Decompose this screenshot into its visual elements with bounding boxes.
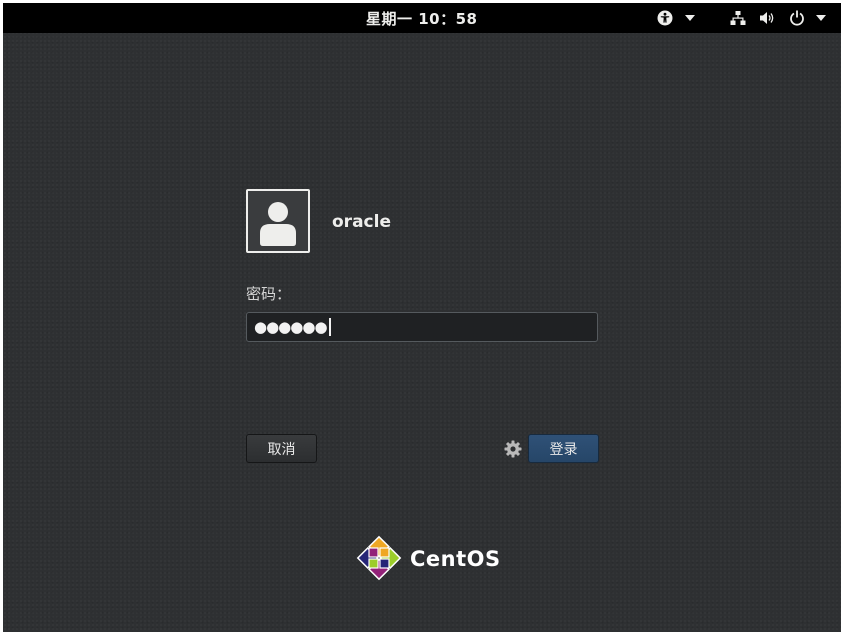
gear-icon[interactable] xyxy=(504,440,522,458)
centos-logo-text: CentOS xyxy=(410,547,501,571)
login-button-label: 登录 xyxy=(549,441,578,458)
login-button[interactable]: 登录 xyxy=(528,434,599,463)
centos-logo-icon xyxy=(356,535,402,581)
chevron-down-icon[interactable] xyxy=(685,15,695,31)
power-icon[interactable] xyxy=(789,10,805,26)
password-prompt: 密码： xyxy=(246,285,292,303)
login-screen: 星期一 10：58 oracle 密码： ●●●●●● 取消 登录 CentOS xyxy=(3,3,841,632)
accessibility-icon[interactable] xyxy=(657,10,673,26)
cancel-button-label: 取消 xyxy=(267,441,296,458)
top-bar: 星期一 10：58 xyxy=(3,3,841,33)
text-caret xyxy=(328,318,331,336)
username-label: oracle xyxy=(332,212,391,232)
cancel-button[interactable]: 取消 xyxy=(246,434,317,463)
user-avatar-icon[interactable] xyxy=(246,189,310,253)
password-input[interactable]: ●●●●●● xyxy=(246,312,598,342)
network-wired-icon[interactable] xyxy=(730,10,746,26)
chevron-down-icon[interactable] xyxy=(816,15,826,31)
clock[interactable]: 星期一 10：58 xyxy=(366,8,477,29)
password-masked-value: ●●●●●● xyxy=(254,318,328,336)
volume-icon[interactable] xyxy=(759,10,775,26)
